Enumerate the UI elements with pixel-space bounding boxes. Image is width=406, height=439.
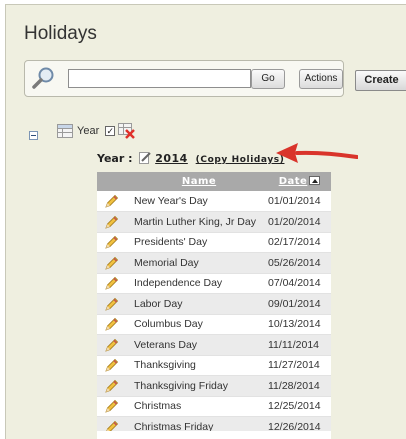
- holiday-name: Thanksgiving: [132, 355, 264, 376]
- grid-icon: [57, 124, 73, 138]
- edit-pencil-icon[interactable]: [105, 358, 119, 372]
- holiday-date: 12/25/2014: [264, 396, 331, 417]
- holiday-name: Thanksgiving Friday: [132, 375, 264, 397]
- copy-holidays-link[interactable]: (Copy Holidays): [196, 155, 285, 165]
- holiday-date: 11/28/2014: [264, 375, 331, 397]
- edit-column-header: [97, 172, 132, 191]
- holiday-date: 05/26/2014: [264, 252, 331, 274]
- holiday-date: 02/17/2014: [264, 232, 331, 253]
- go-button[interactable]: Go: [251, 69, 285, 89]
- table-footer: [97, 431, 331, 439]
- table-row[interactable]: Thanksgiving Friday 11/28/2014: [97, 375, 331, 397]
- holiday-date: 01/20/2014: [264, 211, 331, 233]
- holiday-date: 07/04/2014: [264, 273, 331, 294]
- edit-pencil-icon[interactable]: [105, 317, 119, 331]
- holiday-date: 01/01/2014: [264, 191, 331, 212]
- table-row[interactable]: Columbus Day 10/13/2014: [97, 314, 331, 335]
- holiday-name: Columbus Day: [132, 314, 264, 335]
- holidays-table: Name Date New Year's Day 01/01/2014 Martin…: [97, 172, 331, 438]
- holiday-date: 11/27/2014: [264, 355, 331, 376]
- table-row[interactable]: Christmas 12/25/2014: [97, 396, 331, 417]
- year-heading: Year : 2014 (Copy Holidays): [97, 151, 284, 165]
- collapse-icon[interactable]: [29, 130, 38, 140]
- table-row[interactable]: Labor Day 09/01/2014: [97, 293, 331, 315]
- delete-grid-icon[interactable]: [118, 123, 136, 139]
- edit-cell[interactable]: [97, 252, 132, 274]
- holiday-rows: New Year's Day 01/01/2014 Martin Luther Ki…: [97, 191, 331, 438]
- table-row[interactable]: Memorial Day 05/26/2014: [97, 252, 331, 274]
- date-column-header[interactable]: Date: [264, 172, 331, 191]
- table-row[interactable]: Thanksgiving 11/27/2014: [97, 355, 331, 376]
- page-title: Holidays: [24, 23, 97, 44]
- edit-cell[interactable]: [97, 375, 132, 397]
- year-tree-node: Year ✓: [29, 123, 136, 140]
- red-arrow-annotation: [276, 143, 358, 163]
- edit-cell[interactable]: [97, 293, 132, 315]
- edit-year-icon[interactable]: [139, 151, 152, 164]
- table-row[interactable]: New Year's Day 01/01/2014: [97, 191, 331, 212]
- edit-pencil-icon[interactable]: [105, 215, 119, 229]
- name-column-header[interactable]: Name: [132, 172, 264, 191]
- holiday-name: Memorial Day: [132, 252, 264, 274]
- edit-cell[interactable]: [97, 334, 132, 356]
- sort-ascending-icon[interactable]: [309, 176, 321, 185]
- holiday-name: Independence Day: [132, 273, 264, 294]
- tree-checkbox[interactable]: ✓: [105, 126, 116, 136]
- edit-pencil-icon[interactable]: [105, 194, 119, 208]
- edit-cell[interactable]: [97, 396, 132, 417]
- edit-cell[interactable]: [97, 191, 132, 212]
- year-prefix: Year :: [97, 152, 133, 165]
- holiday-name: New Year's Day: [132, 191, 264, 212]
- edit-pencil-icon[interactable]: [105, 276, 119, 290]
- edit-cell[interactable]: [97, 314, 132, 335]
- edit-pencil-icon[interactable]: [105, 235, 119, 249]
- holiday-name: Veterans Day: [132, 334, 264, 356]
- edit-cell[interactable]: [97, 355, 132, 376]
- date-header-label[interactable]: Date: [279, 176, 308, 187]
- table-row[interactable]: Independence Day 07/04/2014: [97, 273, 331, 294]
- edit-pencil-icon[interactable]: [105, 379, 119, 393]
- holiday-date: 09/01/2014: [264, 293, 331, 315]
- edit-cell[interactable]: [97, 211, 132, 233]
- search-input[interactable]: [68, 69, 251, 88]
- table-row[interactable]: Presidents' Day 02/17/2014: [97, 232, 331, 253]
- search-bar: Go Actions: [24, 60, 344, 97]
- edit-pencil-icon[interactable]: [105, 297, 119, 311]
- table-header-row: Name Date: [97, 172, 331, 191]
- year-link[interactable]: 2014: [155, 152, 188, 165]
- holiday-date: 10/13/2014: [264, 314, 331, 335]
- actions-button[interactable]: Actions: [299, 69, 343, 89]
- edit-cell[interactable]: [97, 232, 132, 253]
- edit-pencil-icon[interactable]: [105, 338, 119, 352]
- holiday-name: Christmas: [132, 396, 264, 417]
- holiday-name: Labor Day: [132, 293, 264, 315]
- holiday-name: Presidents' Day: [132, 232, 264, 253]
- edit-pencil-icon[interactable]: [105, 256, 119, 270]
- tree-year-label[interactable]: Year: [77, 125, 99, 137]
- table-row[interactable]: Veterans Day 11/11/2014: [97, 334, 331, 356]
- edit-pencil-icon[interactable]: [105, 399, 119, 413]
- search-icon: [32, 67, 54, 89]
- holiday-date: 11/11/2014: [264, 334, 331, 356]
- table-row[interactable]: Martin Luther King, Jr Day 01/20/2014: [97, 211, 331, 233]
- holiday-name: Martin Luther King, Jr Day: [132, 211, 264, 233]
- edit-cell[interactable]: [97, 273, 132, 294]
- create-button[interactable]: Create: [355, 70, 406, 91]
